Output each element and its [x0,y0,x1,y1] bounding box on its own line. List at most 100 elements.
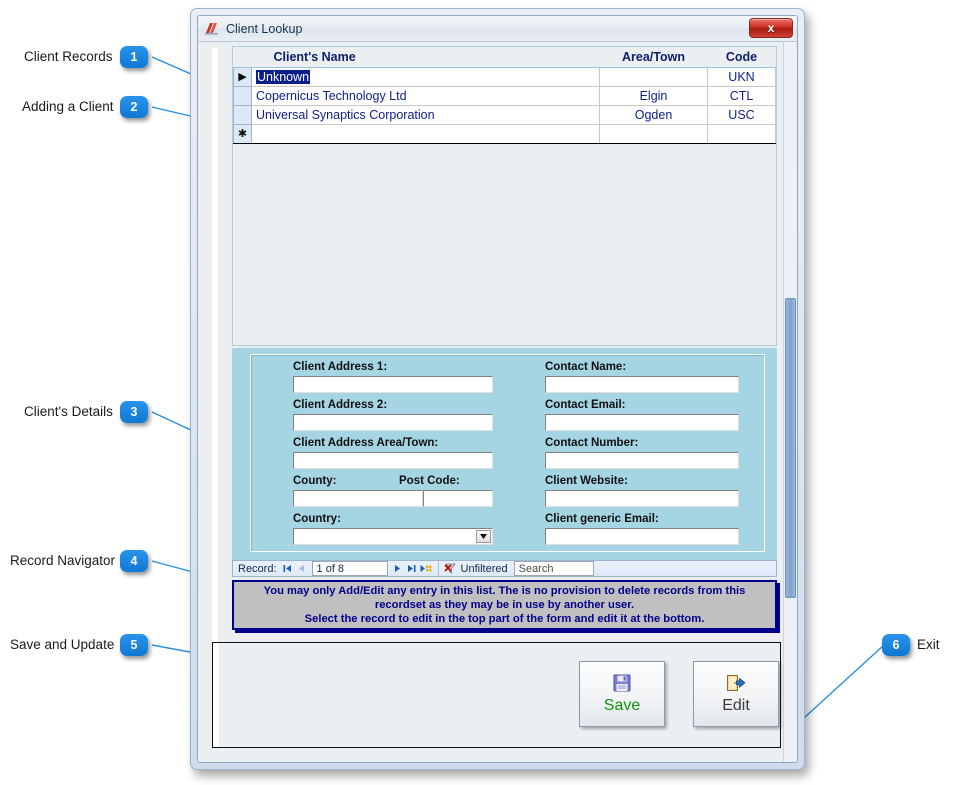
column-header-code[interactable]: Code [708,47,776,67]
callout-label-1: Client Records [24,50,113,64]
callout-badge-1[interactable]: 1 [120,46,148,68]
cell-area-town-new[interactable] [600,124,708,143]
client-records-datasheet[interactable]: Client's Name Area/Town Code ▶ Unknown U… [232,46,777,346]
row-selector-current[interactable]: ▶ [234,67,252,86]
column-header-name[interactable]: Client's Name [252,47,600,67]
input-contact-number[interactable] [545,452,739,469]
row-selector[interactable] [234,86,252,105]
cell-code-new[interactable] [708,124,776,143]
form-footer: Save Edit [212,642,781,748]
form-vertical-scrollbar[interactable] [783,42,796,762]
label-client-address-1: Client Address 1: [293,361,387,373]
window-frame: Client Lookup x [190,8,805,770]
client-details-inner-border: Client Address 1: Client Address 2: Clie… [250,354,765,552]
callout-label-4: Record Navigator [10,554,115,568]
callout-badge-2[interactable]: 2 [120,96,148,118]
scrollbar-thumb[interactable] [785,298,796,598]
window-titlebar: Client Lookup x [198,16,797,42]
label-country: Country: [293,513,341,525]
edit-button[interactable]: Edit [693,661,779,727]
combo-country[interactable] [293,528,493,545]
callout-badge-4[interactable]: 4 [120,550,148,572]
next-record-icon[interactable] [391,561,405,576]
close-icon[interactable]: x [749,18,793,38]
filter-toggle[interactable]: Unfiltered [444,563,508,575]
cell-client-name-new[interactable] [252,124,600,143]
exit-door-icon [726,674,746,692]
new-record-selector-icon[interactable]: ✱ [234,124,252,143]
filter-icon [444,563,457,575]
client-details-panel: Client Address 1: Client Address 2: Clie… [232,348,777,560]
callout-label-2: Adding a Client [22,100,114,114]
record-navigator: Record: 1 of 8 [232,560,777,577]
cell-code[interactable]: USC [708,105,776,124]
first-record-icon[interactable] [281,561,295,576]
access-form-icon [204,21,220,37]
cell-area-town[interactable]: Ogden [600,105,708,124]
column-header-area[interactable]: Area/Town [600,47,708,67]
selected-cell-text: Unknown [256,70,310,84]
instruction-line-2: recordset as they may be in use by anoth… [264,598,746,612]
input-client-address-area-town[interactable] [293,452,493,469]
datasheet-end-rule [233,143,776,144]
cell-client-name[interactable]: Unknown [252,67,600,86]
callout-label-6: Exit [917,638,940,652]
cell-client-name[interactable]: Universal Synaptics Corporation [252,105,600,124]
client-records-table: Client's Name Area/Town Code ▶ Unknown U… [233,47,776,144]
callout-badge-3[interactable]: 3 [120,401,148,423]
form-body: Client's Name Area/Town Code ▶ Unknown U… [198,42,797,762]
cell-code[interactable]: UKN [708,67,776,86]
search-input[interactable]: Search [514,561,594,576]
callout-badge-5[interactable]: 5 [120,634,148,656]
label-client-address-2: Client Address 2: [293,399,387,411]
label-client-address-area-town: Client Address Area/Town: [293,437,438,449]
table-row[interactable]: ▶ Unknown UKN [234,67,776,86]
cell-client-name[interactable]: Copernicus Technology Ltd [252,86,600,105]
label-client-generic-email: Client generic Email: [545,513,659,525]
previous-record-icon[interactable] [295,561,309,576]
instruction-line-1: You may only Add/Edit any entry in this … [264,584,746,598]
window-title: Client Lookup [226,22,302,36]
cell-code[interactable]: CTL [708,86,776,105]
table-row[interactable]: Universal Synaptics Corporation Ogden US… [234,105,776,124]
input-client-address-1[interactable] [293,376,493,393]
label-contact-email: Contact Email: [545,399,626,411]
footer-left-margin [213,643,219,747]
callout-label-3: Client's Details [24,405,113,419]
table-row-new[interactable]: ✱ [234,124,776,143]
save-button-label: Save [604,697,640,715]
label-post-code: Post Code: [399,475,460,487]
chevron-down-icon[interactable] [476,530,491,543]
edit-button-label: Edit [722,697,750,715]
new-record-icon[interactable] [419,561,433,576]
client-lookup-window: Client Lookup x [190,8,805,776]
input-client-website[interactable] [545,490,739,507]
instruction-banner: You may only Add/Edit any entry in this … [232,580,777,630]
save-button[interactable]: Save [579,661,665,727]
callout-badge-6[interactable]: 6 [882,634,910,656]
input-county[interactable] [293,490,423,507]
table-row[interactable]: Copernicus Technology Ltd Elgin CTL [234,86,776,105]
input-client-generic-email[interactable] [545,528,739,545]
input-post-code[interactable] [423,490,493,507]
record-navigator-label: Record: [238,563,277,575]
label-client-website: Client Website: [545,475,628,487]
input-client-address-2[interactable] [293,414,493,431]
window-client-area: Client Lookup x [197,15,798,763]
instruction-line-3: Select the record to edit in the top par… [264,612,746,626]
filter-status-label: Unfiltered [461,563,508,575]
record-position-input[interactable]: 1 of 8 [312,561,388,576]
last-record-icon[interactable] [405,561,419,576]
input-contact-name[interactable] [545,376,739,393]
row-selector[interactable] [234,105,252,124]
input-contact-email[interactable] [545,414,739,431]
cell-area-town[interactable]: Elgin [600,86,708,105]
row-selector-header [234,47,252,67]
form-left-margin [212,48,218,716]
instruction-banner-text: You may only Add/Edit any entry in this … [264,584,746,627]
cell-area-town[interactable] [600,67,708,86]
label-contact-name: Contact Name: [545,361,626,373]
floppy-disk-save-icon [613,674,631,692]
table-header-row: Client's Name Area/Town Code [234,47,776,67]
navigator-divider [438,561,439,576]
